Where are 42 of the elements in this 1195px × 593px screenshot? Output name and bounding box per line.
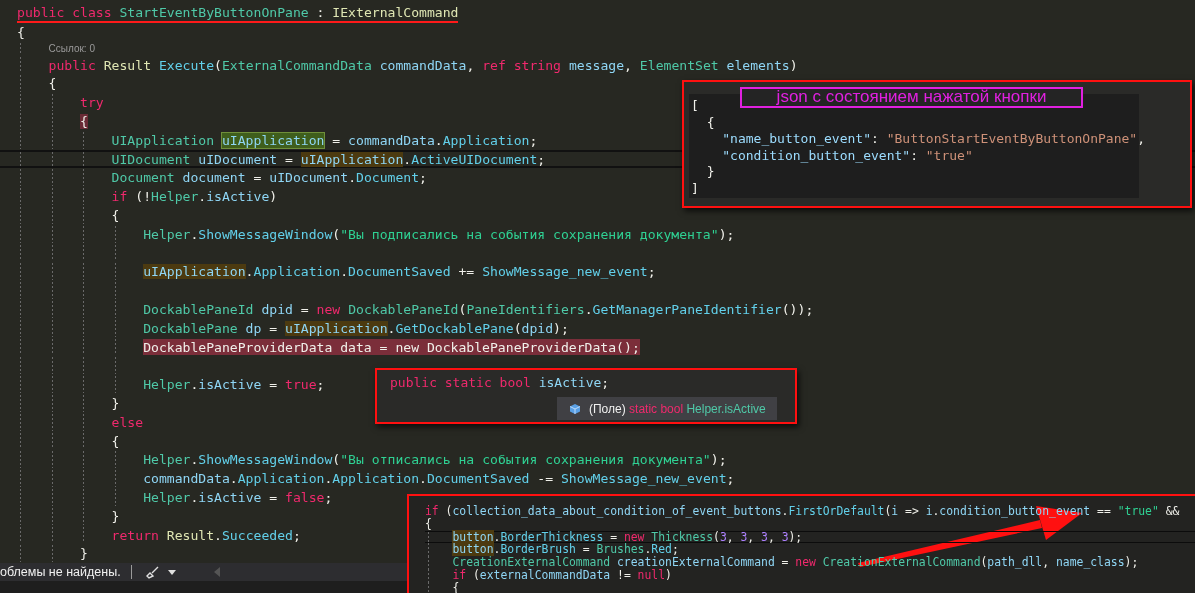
code-line: public Result Execute(ExternalCommandData commandData, ref string message, ElementSet elements)	[48, 56, 798, 74]
code-line: commandData.Application.Application.DocumentSaved -= ShowMessage_new_event;	[143, 470, 735, 487]
code-line: if (!Helper.isActive)	[111, 188, 278, 205]
code-line: }	[80, 545, 88, 563]
codelens-label[interactable]: Ссылок: 0	[48, 42, 95, 55]
code-line: public class StartEventByButtonOnPane : IExternalCommand	[17, 5, 459, 23]
status-message: облемы не найдены.	[0, 565, 121, 579]
code-line: if (externalCommandData != null)	[452, 569, 672, 582]
caret-icon[interactable]	[167, 569, 176, 575]
code-line: {	[452, 581, 460, 593]
json-line: "condition_button_event": "true"	[721, 147, 973, 163]
code-line: return Result.Succeeded;	[111, 526, 301, 544]
json-line: }	[705, 164, 715, 180]
code-line: button.BorderBrush = Brushes.Red;	[452, 543, 679, 557]
code-line: UIDocument uIDocument = uIApplication.ActiveUIDocument;	[111, 151, 546, 167]
code-line: DockablePaneId dpid = new DockablePaneId(PaneIdentifiers.GetManagerPaneIdentifier());	[143, 300, 814, 318]
tooltip-text: (Поле) static bool Helper.isActive	[589, 401, 766, 416]
code-line: Document document = uIDocument.Document;	[111, 169, 427, 187]
json-line: {	[705, 114, 715, 130]
code-line: {	[111, 432, 120, 450]
code-line: Helper.ShowMessageWindow("Вы подписались на события сохранения документа");	[143, 225, 735, 243]
code-line: public static bool isActive;	[390, 374, 611, 392]
code-line: {	[425, 517, 432, 531]
code-line: }	[111, 507, 120, 525]
code-line: try	[80, 94, 104, 111]
code-line: {	[17, 23, 25, 41]
brush-icon[interactable]	[145, 565, 160, 579]
code-line: Helper.isActive = false;	[143, 488, 333, 506]
json-line: [	[691, 98, 699, 113]
code-line: {	[111, 206, 120, 224]
code-line: {	[48, 75, 57, 93]
json-line: "name_button_event": "ButtonStartEventByButtonOnPane",	[721, 131, 1145, 147]
cube-icon	[569, 402, 581, 415]
code-line: Helper.ShowMessageWindow("Вы отписались на события сохранения документа");	[143, 451, 727, 469]
json-line: ]	[691, 180, 699, 196]
code-line: UIApplication uIApplication = commandData.Application;	[111, 131, 538, 149]
code-line: DockablePane dp = uIApplication.GetDockablePane(dpid);	[143, 319, 569, 337]
code-line: Helper.isActive = true;	[143, 376, 325, 393]
annotation-label: json с состоянием нажатой кнопки	[740, 87, 1083, 108]
code-line: else	[111, 413, 144, 431]
code-line: uIApplication.Application.DocumentSaved += ShowMessage_new_event;	[143, 263, 656, 281]
code-line: }	[111, 394, 120, 412]
